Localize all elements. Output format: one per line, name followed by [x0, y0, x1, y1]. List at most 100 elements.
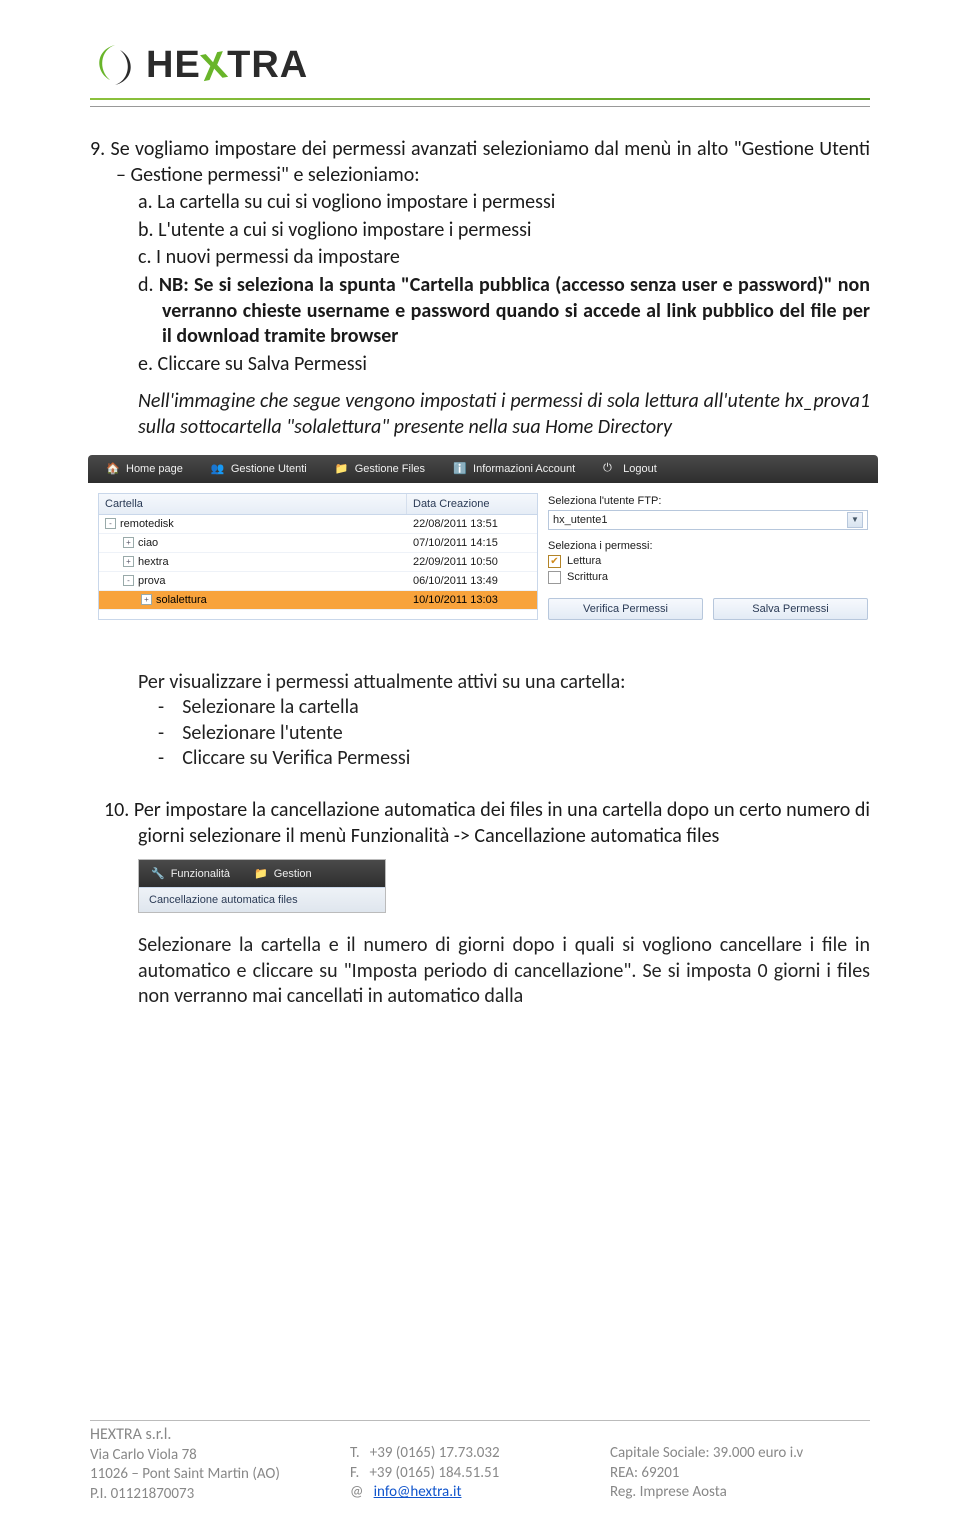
info-icon: ℹ️ — [453, 462, 467, 476]
save-button[interactable]: Salva Permessi — [713, 598, 868, 620]
table-row[interactable]: -remotedisk22/08/2011 13:51 — [99, 515, 537, 534]
note-italic: Nell'immagine che segue vengono impostat… — [138, 389, 870, 440]
folder-tree: Cartella Data Creazione -remotedisk22/08… — [98, 493, 538, 620]
footer-at-lbl: @ — [350, 1483, 363, 1501]
nav-info[interactable]: ℹ️ Informazioni Account — [439, 455, 589, 483]
swirl-icon — [90, 40, 140, 90]
divider-green — [90, 98, 870, 100]
checkbox-read[interactable]: ✔ — [548, 555, 561, 568]
collapse-icon[interactable]: - — [105, 518, 116, 529]
table-row[interactable]: -prova06/10/2011 13:49 — [99, 572, 537, 591]
folder-icon: 📁 — [335, 462, 349, 476]
users-icon: 👥 — [211, 462, 225, 476]
sub-a-lbl: a. — [138, 190, 153, 214]
perm-read-label: Lettura — [567, 555, 601, 567]
item-10-txt: Per impostare la cancellazione automatic… — [134, 798, 870, 848]
logo: HE X TRA — [90, 40, 870, 90]
logo-post: TRA — [227, 44, 308, 87]
sub-c-txt: I nuovi permessi da impostare — [156, 245, 400, 269]
folder-name: ciao — [138, 537, 158, 549]
home-icon: 🏠 — [106, 462, 120, 476]
sub-b: b. L'utente a cui si vogliono impostare … — [162, 218, 870, 244]
footer-addr1: Via Carlo Viola 78 — [90, 1446, 350, 1466]
user-combo[interactable]: hx_utente1 ▼ — [548, 510, 868, 530]
chevron-down-icon: ▼ — [847, 512, 863, 528]
expand-icon[interactable]: + — [123, 556, 134, 567]
verify-button[interactable]: Verifica Permessi — [548, 598, 703, 620]
expand-icon[interactable]: + — [141, 594, 152, 605]
menu-item-autodelete[interactable]: Cancellazione automatica files — [139, 887, 385, 912]
dash-1-txt: Selezionare la cartella — [182, 695, 359, 719]
sub-d-lbl: d. — [138, 273, 154, 297]
perm-read-row[interactable]: ✔ Lettura — [548, 555, 868, 568]
nav2-gest-label: Gestion — [274, 868, 312, 880]
footer-reg: Reg. Imprese Aosta — [610, 1483, 870, 1503]
user-combo-value: hx_utente1 — [553, 514, 607, 526]
nav-logout[interactable]: ⏻ Logout — [589, 455, 671, 483]
nav-files[interactable]: 📁 Gestione Files — [321, 455, 439, 483]
sub-e-lbl: e. — [138, 352, 153, 376]
footer-email[interactable]: info@hextra.it — [374, 1483, 462, 1501]
lbl-user: Seleziona l'utente FTP: — [548, 495, 868, 507]
sub-b-lbl: b. — [138, 218, 154, 242]
footer-t-lbl: T. — [350, 1444, 360, 1462]
sub-a-txt: La cartella su cui si vogliono impostare… — [157, 190, 555, 214]
sub-a: a. La cartella su cui si vogliono impost… — [162, 190, 870, 216]
perm-panel: Seleziona l'utente FTP: hx_utente1 ▼ Sel… — [548, 493, 868, 620]
sub-e-txt: Cliccare su Salva Permessi — [158, 352, 367, 376]
nav-info-label: Informazioni Account — [473, 463, 575, 475]
footer-addr2: 11026 – Pont Saint Martin (AO) — [90, 1465, 350, 1485]
dash-3-txt: Cliccare su Verifica Permessi — [182, 746, 410, 770]
table-row[interactable]: +solalettura10/10/2011 13:03 — [99, 591, 537, 610]
nav-files-label: Gestione Files — [355, 463, 425, 475]
folder-date: 06/10/2011 13:49 — [407, 572, 537, 590]
item-9-num: 9. — [90, 137, 105, 161]
mid-para: Per visualizzare i permessi attualmente … — [138, 670, 870, 696]
perm-write-row[interactable]: ✔ Scrittura — [548, 571, 868, 584]
folder-date: 22/09/2011 10:50 — [407, 553, 537, 571]
folder-name: solalettura — [156, 594, 207, 606]
nav2-funz-label: Funzionalità — [171, 868, 230, 880]
divider-gray — [90, 106, 870, 107]
nav2-gest[interactable]: 📁Gestion — [242, 860, 324, 887]
dash-3: - Cliccare su Verifica Permessi — [186, 746, 870, 772]
nav-logout-label: Logout — [623, 463, 657, 475]
dash-2: - Selezionare l'utente — [186, 721, 870, 747]
checkbox-write[interactable]: ✔ — [548, 571, 561, 584]
nav-users-label: Gestione Utenti — [231, 463, 307, 475]
folder-date: 07/10/2011 14:15 — [407, 534, 537, 552]
footer-t-val: +39 (0165) 17.73.032 — [370, 1444, 500, 1462]
screenshot-menu: 🔧 Funzionalità 📁Gestion Cancellazione aut… — [138, 859, 386, 913]
nav2-funz[interactable]: 🔧 Funzionalità — [139, 860, 242, 887]
sub-b-txt: L'utente a cui si vogliono impostare i p… — [158, 218, 531, 242]
footer-f-val: +39 (0165) 184.51.51 — [369, 1464, 499, 1482]
logout-icon: ⏻ — [603, 462, 617, 476]
screenshot-permissions: 🏠 Home page 👥 Gestione Utenti 📁 Gestione Fi… — [88, 455, 878, 630]
nav-home[interactable]: 🏠 Home page — [92, 455, 197, 483]
folder-name: remotedisk — [120, 518, 174, 530]
expand-icon[interactable]: + — [123, 537, 134, 548]
footer-addr3: P.I. 01121870073 — [90, 1485, 350, 1505]
col-date: Data Creazione — [407, 494, 537, 514]
closing-para: Selezionare la cartella e il numero di g… — [138, 933, 870, 1010]
table-row[interactable]: + hextra 22/09/2011 10:50 — [99, 553, 537, 572]
footer-f-lbl: F. — [350, 1464, 359, 1482]
nav-users[interactable]: 👥 Gestione Utenti — [197, 455, 321, 483]
sub-c-lbl: c. — [138, 245, 152, 269]
item-10: 10. Per impostare la cancellazione autom… — [138, 798, 870, 849]
sub-d: d. NB: Se si seleziona la spunta "Cartel… — [162, 273, 870, 350]
collapse-icon[interactable]: - — [123, 575, 134, 586]
lbl-perm: Seleziona i permessi: — [548, 540, 868, 552]
logo-text: HE X TRA — [146, 44, 308, 87]
item-10-num: 10. — [104, 798, 129, 822]
folder-name: hextra — [138, 556, 169, 568]
wrench-icon: 🔧 — [151, 867, 165, 880]
footer-company: HEXTRA s.r.l. — [90, 1425, 350, 1446]
table-row[interactable]: + ciao 07/10/2011 14:15 — [99, 534, 537, 553]
nav-bar: 🏠 Home page 👥 Gestione Utenti 📁 Gestione Fi… — [88, 455, 878, 483]
nav-home-label: Home page — [126, 463, 183, 475]
sub-c: c. I nuovi permessi da impostare — [162, 245, 870, 271]
dash-1: - Selezionare la cartella — [186, 695, 870, 721]
col-folder: Cartella — [99, 494, 407, 514]
logo-x: X — [198, 44, 231, 91]
